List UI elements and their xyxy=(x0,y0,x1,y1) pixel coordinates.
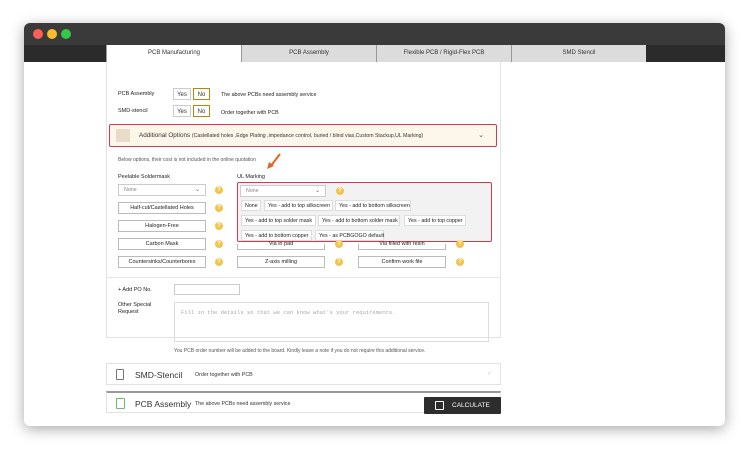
ul-option-top-copper[interactable]: Yes - add to top copper xyxy=(404,215,466,226)
additional-options-title: Additional Options xyxy=(139,132,191,139)
peelable-select[interactable]: None ⌄ xyxy=(118,184,206,196)
help-icon[interactable]: ? xyxy=(215,222,223,230)
ul-option-bottom-silkscreen[interactable]: Yes - add to bottom silkscreen xyxy=(335,200,411,211)
help-icon[interactable]: ? xyxy=(215,186,223,194)
main-content: PCB Assembly Yes No The above PCBs need … xyxy=(24,62,725,426)
help-icon[interactable]: ? xyxy=(215,258,223,266)
smd-stencil-section[interactable]: SMD-Stencil Order together with PCB ✓ xyxy=(106,363,501,385)
tab-pcb-assembly[interactable]: PCB Assembly xyxy=(241,45,376,62)
via-in-pad-button[interactable]: Via in pad xyxy=(237,241,325,250)
ul-option-bottom-solder-mask[interactable]: Yes - add to bottom solder mask xyxy=(318,215,400,226)
ul-marking-label: UL Marking xyxy=(237,174,265,180)
po-input[interactable] xyxy=(174,284,240,295)
stencil-note: Order together with PCB xyxy=(221,110,279,116)
browser-window: PCB Manufacturing PCB Assembly Flexible … xyxy=(24,23,725,426)
stencil-no-button[interactable]: No xyxy=(193,105,210,117)
help-icon[interactable]: ? xyxy=(215,204,223,212)
chevron-down-icon: ⌄ xyxy=(314,188,320,194)
po-label[interactable]: + Add PO No. xyxy=(118,287,152,293)
castellated-holes-button[interactable]: Half-cut/Castellated Holes xyxy=(118,202,206,214)
countersinks-button[interactable]: Countersinks/Counterbores xyxy=(118,256,206,268)
ul-option-top-silkscreen[interactable]: Yes - add to top silkscreen xyxy=(264,200,333,211)
assembly-label: PCB Assembly xyxy=(118,91,155,97)
calculate-label: CALCULATE xyxy=(452,402,490,409)
halogen-free-button[interactable]: Halogen-Free xyxy=(118,220,206,232)
close-window-icon[interactable] xyxy=(33,29,43,39)
options-icon xyxy=(116,129,130,142)
help-icon[interactable]: ? xyxy=(456,258,464,266)
assembly-icon xyxy=(116,398,125,409)
stencil-icon xyxy=(116,369,124,380)
additional-options-header[interactable]: Additional Options (Castellated holes ,E… xyxy=(109,124,497,147)
pcb-assembly-title: PCB Assembly xyxy=(135,399,192,409)
help-icon[interactable]: ? xyxy=(335,258,343,266)
ul-marking-dropdown: None ⌄ ? None Yes - add to top silkscree… xyxy=(237,182,492,242)
ul-option-top-solder-mask[interactable]: Yes - add to top solder mask xyxy=(241,215,316,226)
quotation-note: Below options, their cost is not include… xyxy=(118,157,256,163)
calculate-button[interactable]: CALCULATE xyxy=(424,397,501,414)
peelable-label: Peelable Soldermask xyxy=(118,174,170,180)
help-icon[interactable]: ? xyxy=(456,240,464,248)
help-icon[interactable]: ? xyxy=(336,187,344,195)
help-icon[interactable]: ? xyxy=(335,240,343,248)
order-number-note: You PCB order number will be added to th… xyxy=(174,348,426,354)
ul-option-default[interactable]: Yes - as PCBGOGO default xyxy=(315,230,384,241)
assembly-yes-button[interactable]: Yes xyxy=(173,88,191,100)
confirm-work-file-button[interactable]: Confirm work file xyxy=(358,256,446,268)
chevron-down-icon[interactable]: ⌄ xyxy=(478,131,484,139)
divider xyxy=(106,277,501,278)
pcb-assembly-desc: The above PCBs need assembly service xyxy=(195,401,291,407)
maximize-window-icon[interactable] xyxy=(61,29,71,39)
arrow-icon xyxy=(267,153,281,169)
smd-stencil-title: SMD-Stencil xyxy=(135,370,183,380)
smd-stencil-desc: Order together with PCB xyxy=(195,372,253,378)
minimize-window-icon[interactable] xyxy=(47,29,57,39)
ul-option-bottom-copper[interactable]: Yes - add to bottom copper xyxy=(241,230,312,241)
product-tabs: PCB Manufacturing PCB Assembly Flexible … xyxy=(24,45,725,62)
title-bar xyxy=(24,23,725,45)
check-icon: ✓ xyxy=(486,371,492,377)
chevron-down-icon: ⌄ xyxy=(194,187,200,193)
tab-pcb-manufacturing[interactable]: PCB Manufacturing xyxy=(106,45,241,62)
z-axis-milling-button[interactable]: Z-axis milling xyxy=(237,256,325,268)
assembly-no-button[interactable]: No xyxy=(193,88,210,100)
special-request-textarea[interactable]: Fill in the details so that we can know … xyxy=(174,302,489,342)
peelable-value: None xyxy=(124,187,137,193)
tab-flexible-pcb[interactable]: Flexible PCB / Rigid-Flex PCB xyxy=(376,45,511,62)
carbon-mask-button[interactable]: Carbon Mask xyxy=(118,238,206,250)
ul-marking-value: None xyxy=(246,188,259,194)
stencil-yes-button[interactable]: Yes xyxy=(173,105,191,117)
ul-option-none[interactable]: None xyxy=(241,200,261,211)
stencil-label: SMD-stencil xyxy=(118,108,148,114)
calculator-icon xyxy=(435,401,444,410)
additional-options-detail: (Castellated holes ,Edge Plating ,impeda… xyxy=(191,133,424,139)
ul-marking-select[interactable]: None ⌄ xyxy=(240,185,326,197)
special-request-label: Other Special Request xyxy=(118,302,152,315)
assembly-note: The above PCBs need assembly service xyxy=(221,92,317,98)
via-filled-resin-button[interactable]: Via filled with resin xyxy=(358,241,446,250)
tab-smd-stencil[interactable]: SMD Stencil xyxy=(511,45,646,62)
help-icon[interactable]: ? xyxy=(215,240,223,248)
